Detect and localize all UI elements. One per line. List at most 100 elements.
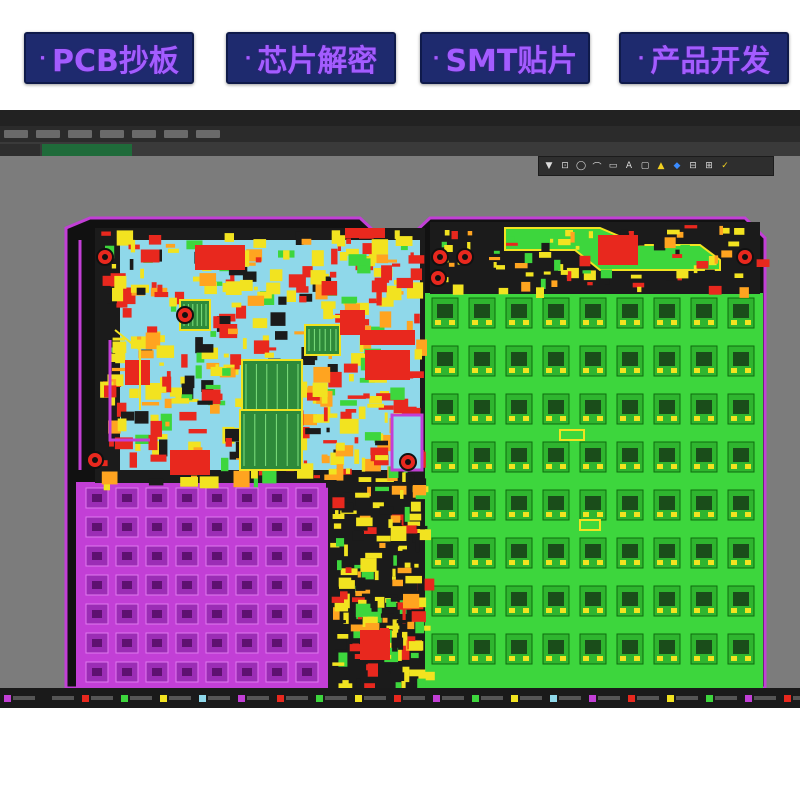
layer-name xyxy=(247,696,269,700)
smd-part xyxy=(136,287,146,295)
smd-part xyxy=(165,421,170,427)
smd-part xyxy=(539,252,552,258)
component-pad xyxy=(671,608,677,613)
smd-part xyxy=(328,371,342,388)
component-body xyxy=(733,304,749,318)
component-pad xyxy=(671,416,677,421)
tab-document[interactable] xyxy=(0,144,40,156)
layer-tab[interactable] xyxy=(394,694,425,702)
smd-part xyxy=(253,340,270,354)
layer-tab[interactable] xyxy=(199,694,230,702)
layer-name xyxy=(169,696,191,700)
menu-item[interactable] xyxy=(100,130,124,138)
layer-icon[interactable]: ⊞ xyxy=(703,160,715,172)
layer-tab[interactable] xyxy=(121,694,152,702)
layer-tab[interactable] xyxy=(316,694,347,702)
layer-tab[interactable] xyxy=(784,694,800,702)
place-icon[interactable]: ▭ xyxy=(607,160,619,172)
tab-pcb-active[interactable] xyxy=(42,144,132,156)
smd-part xyxy=(101,231,111,236)
layer-tab[interactable] xyxy=(511,694,542,702)
component-body xyxy=(659,592,675,606)
menu-item[interactable] xyxy=(132,130,156,138)
text-icon[interactable]: A xyxy=(623,160,635,172)
component-pad xyxy=(620,608,626,613)
component-pad xyxy=(731,320,737,325)
filter-icon[interactable]: ▼ xyxy=(543,160,555,172)
pad-icon[interactable]: ▢ xyxy=(639,160,651,172)
component-pad xyxy=(546,368,552,373)
component-body xyxy=(272,581,282,589)
layer-tab[interactable] xyxy=(4,694,35,702)
banner-button-label: 芯片解密 xyxy=(257,44,378,79)
bullet-dot: · xyxy=(244,47,252,69)
measure-icon[interactable]: ⊟ xyxy=(687,160,699,172)
component-body xyxy=(242,494,252,502)
layer-tab[interactable] xyxy=(82,694,113,702)
menu-item[interactable] xyxy=(196,130,220,138)
menu-item[interactable] xyxy=(36,130,60,138)
component-body xyxy=(696,400,712,414)
smd-part xyxy=(371,239,389,255)
component-pad xyxy=(657,608,663,613)
highlight-icon[interactable]: ▲ xyxy=(655,160,667,172)
pcb-canvas[interactable] xyxy=(0,110,800,708)
select-icon[interactable]: ⊡ xyxy=(559,160,571,172)
component-pad xyxy=(620,416,626,421)
component-pad xyxy=(745,512,751,517)
component-pad xyxy=(509,656,515,661)
smd-part xyxy=(311,250,324,267)
smd-part xyxy=(496,265,505,270)
component-body xyxy=(152,552,162,560)
component-body xyxy=(122,523,132,531)
banner-button-3[interactable]: · SMT贴片 xyxy=(420,32,590,84)
banner-button-4[interactable]: · 产品开发 xyxy=(619,32,789,84)
layer-tab[interactable] xyxy=(628,694,659,702)
menu-item[interactable] xyxy=(164,130,188,138)
smd-part xyxy=(337,235,346,247)
layer-tab[interactable] xyxy=(706,694,737,702)
layer-tab[interactable] xyxy=(160,694,191,702)
component-body xyxy=(242,668,252,676)
layer-tab[interactable] xyxy=(472,694,503,702)
smd-part xyxy=(337,560,342,571)
layer-tab[interactable] xyxy=(745,694,776,702)
component-pad xyxy=(546,608,552,613)
component-body xyxy=(511,496,527,510)
layer-tab[interactable] xyxy=(277,694,308,702)
mark-icon[interactable]: ◆ xyxy=(671,160,683,172)
smd-part xyxy=(157,284,163,293)
smd-part xyxy=(337,634,349,639)
layer-tab[interactable] xyxy=(550,694,581,702)
smd-part xyxy=(266,282,281,295)
layer-tab[interactable] xyxy=(355,694,386,702)
zoom-icon[interactable]: ◯ xyxy=(575,160,587,172)
component-pad xyxy=(449,464,455,469)
component-body xyxy=(733,496,749,510)
smd-part xyxy=(111,264,117,269)
component-pad xyxy=(708,656,714,661)
banner-button-2[interactable]: · 芯片解密 xyxy=(226,32,396,84)
layer-tab[interactable] xyxy=(667,694,698,702)
smd-part xyxy=(129,388,139,398)
drc-icon[interactable]: ✓ xyxy=(719,160,731,172)
smd-part xyxy=(696,261,709,269)
route-icon[interactable]: ⌒ xyxy=(591,160,603,173)
smd-part xyxy=(684,225,698,229)
smd-part xyxy=(387,671,391,675)
layer-tab[interactable] xyxy=(589,694,620,702)
menu-item[interactable] xyxy=(4,130,28,138)
banner-button-1[interactable]: · PCB抄板 xyxy=(24,32,194,84)
component-body xyxy=(622,304,638,318)
layer-color-swatch xyxy=(784,694,791,702)
menu-item[interactable] xyxy=(68,130,92,138)
component-pad xyxy=(583,656,589,661)
smd-part xyxy=(221,457,229,472)
component-body xyxy=(92,552,102,560)
layer-tab[interactable] xyxy=(433,694,464,702)
layer-tab[interactable] xyxy=(238,694,269,702)
layer-color-swatch xyxy=(355,694,362,702)
smd-part xyxy=(396,620,408,624)
layer-tab[interactable] xyxy=(43,694,74,702)
smd-part xyxy=(247,295,265,306)
